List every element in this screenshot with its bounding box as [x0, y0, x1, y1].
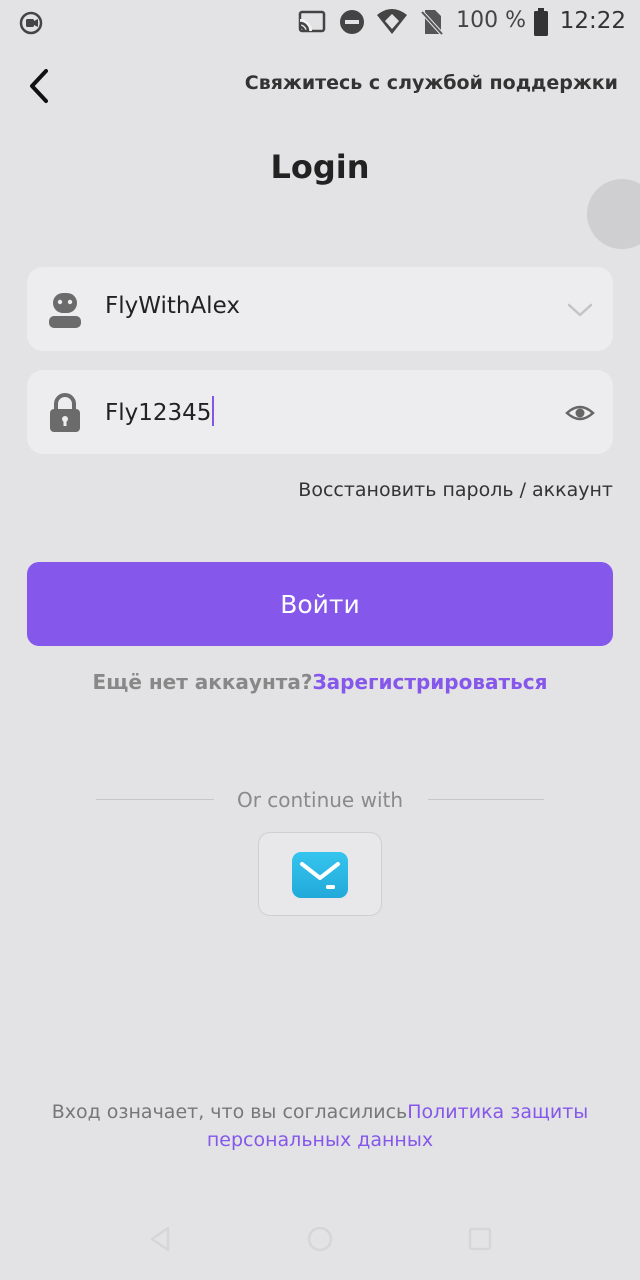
battery-icon: [534, 8, 548, 36]
password-value[interactable]: Fly12345: [105, 396, 215, 426]
eye-icon[interactable]: [565, 398, 595, 428]
social-divider: Or continue with: [96, 788, 544, 812]
screen-record-icon: [19, 11, 43, 35]
register-link[interactable]: Зарегистрироваться: [312, 670, 547, 694]
support-link[interactable]: Свяжитесь с службой поддержки: [245, 72, 618, 94]
or-continue-text: Or continue with: [236, 788, 404, 812]
nav-recents-icon[interactable]: [465, 1224, 495, 1254]
system-nav-bar: [0, 1210, 640, 1266]
clock: 12:22: [559, 8, 626, 34]
mail-app-icon: [292, 852, 348, 898]
do-not-disturb-icon: [340, 10, 364, 34]
cast-icon: [298, 10, 326, 33]
user-icon: [49, 293, 81, 328]
login-button[interactable]: Войти: [27, 562, 613, 646]
wifi-icon: [377, 9, 407, 34]
floating-assist-button[interactable]: [587, 179, 640, 249]
legal-text: Вход означает, что вы согласились: [51, 1101, 408, 1123]
register-prompt: Ещё нет аккаунта?Зарегистрироваться: [0, 670, 640, 694]
legal-notice: Вход означает, что вы согласилисьПолитик…: [20, 1098, 620, 1154]
recover-password-link[interactable]: Восстановить пароль / аккаунт: [298, 479, 613, 501]
username-field[interactable]: FlyWithAlex: [27, 267, 613, 351]
status-bar: 100 % 12:22: [0, 0, 640, 44]
text-caret: [212, 396, 215, 426]
chevron-down-icon[interactable]: [565, 295, 595, 325]
nav-back-icon[interactable]: [146, 1224, 176, 1254]
register-question: Ещё нет аккаунта?: [92, 670, 313, 694]
nav-home-icon[interactable]: [305, 1224, 335, 1254]
no-sim-icon: [420, 10, 444, 36]
password-field[interactable]: Fly12345: [27, 370, 613, 454]
username-value[interactable]: FlyWithAlex: [105, 293, 240, 319]
lock-icon: [50, 393, 80, 432]
chevron-left-icon: [30, 69, 48, 103]
social-login-button[interactable]: [258, 832, 382, 916]
back-button[interactable]: [22, 66, 58, 106]
page-title: Login: [270, 148, 370, 186]
battery-percent: 100 %: [456, 8, 526, 33]
